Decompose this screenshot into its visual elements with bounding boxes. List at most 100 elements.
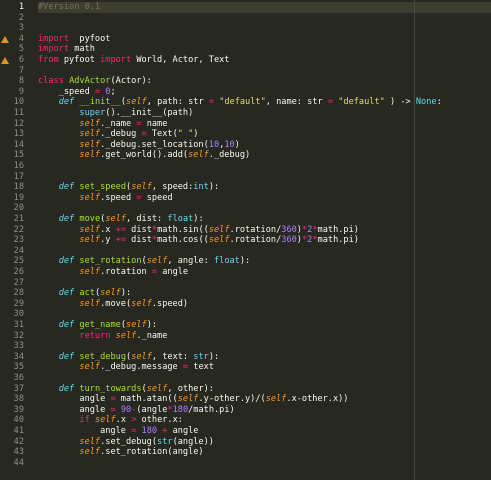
code-token: math.cos(( bbox=[157, 235, 209, 246]
code-token: self bbox=[79, 298, 101, 309]
code-line[interactable]: self.get_world().add(self._debug) bbox=[38, 150, 491, 161]
code-token: ): bbox=[208, 182, 220, 193]
code-token: math.sin(( bbox=[157, 224, 209, 235]
code-token: def bbox=[58, 182, 75, 193]
code-token: , dist: bbox=[126, 214, 168, 224]
warning-icon[interactable] bbox=[1, 57, 9, 64]
code-token: self bbox=[265, 394, 287, 405]
code-line[interactable] bbox=[38, 373, 491, 384]
line-number: 3 bbox=[18, 23, 24, 34]
code-token: if bbox=[79, 415, 90, 426]
code-token: , angle: bbox=[167, 256, 214, 267]
code-line[interactable]: return self._name bbox=[38, 331, 491, 342]
code-line[interactable]: import pyfoot bbox=[38, 34, 491, 45]
code-token: self bbox=[146, 256, 168, 267]
code-line[interactable]: self._name = name bbox=[38, 119, 491, 130]
code-token: #Version 0.1 bbox=[38, 2, 101, 12]
line-number: 36 bbox=[13, 373, 24, 383]
line-number: 9 bbox=[18, 86, 24, 97]
code-line[interactable]: class AdvActor(Actor): bbox=[38, 76, 491, 87]
code-token: def bbox=[58, 97, 75, 108]
code-token: int bbox=[193, 182, 209, 193]
code-token: self bbox=[100, 288, 121, 299]
code-line[interactable]: self.set_rotation(angle) bbox=[38, 447, 491, 458]
code-line[interactable]: def set_debug(self, text: str): bbox=[38, 352, 491, 363]
line-number: 22 bbox=[13, 224, 24, 235]
code-line[interactable]: def turn_towards(self, other): bbox=[38, 384, 491, 395]
code-line[interactable]: angle = 90-(angle*180/math.pi) bbox=[38, 405, 491, 416]
code-line[interactable]: def move(self, dist: float): bbox=[38, 214, 491, 225]
code-line[interactable]: #Version 0.1 bbox=[38, 2, 491, 13]
code-line[interactable] bbox=[38, 23, 491, 34]
code-token: ): bbox=[146, 320, 158, 330]
line-number: 7 bbox=[18, 65, 24, 76]
code-token: name bbox=[141, 118, 168, 129]
code-line[interactable]: self.y += dist*math.cos((self.rotation/3… bbox=[38, 235, 491, 246]
code-line[interactable]: import math bbox=[38, 44, 491, 55]
code-token: set_rotation bbox=[79, 256, 142, 267]
code-token: def bbox=[58, 256, 75, 267]
code-line[interactable]: _speed = 0; bbox=[38, 87, 491, 98]
code-token: set_debug bbox=[79, 351, 126, 362]
code-line[interactable]: def get_name(self): bbox=[38, 320, 491, 331]
line-number: 37 bbox=[13, 383, 24, 394]
code-line[interactable]: self.x += dist*math.sin((self.rotation/3… bbox=[38, 225, 491, 236]
code-line[interactable]: self.move(self.speed) bbox=[38, 299, 491, 310]
code-line[interactable] bbox=[38, 278, 491, 289]
code-line[interactable]: self.set_debug(str(angle)) bbox=[38, 437, 491, 448]
code-line[interactable]: def act(self): bbox=[38, 288, 491, 299]
code-token: .rotation bbox=[100, 267, 152, 277]
code-line[interactable] bbox=[38, 309, 491, 320]
code-editor[interactable]: 1 2 3 4 5 6 7 8 9 10 11 12 13 14 15 16 17 18 19 20 21 22 23 24 2… bbox=[0, 0, 491, 480]
line-number: 31 bbox=[13, 320, 24, 330]
code-token: .get_world().add( bbox=[100, 150, 189, 161]
code-line[interactable] bbox=[38, 203, 491, 214]
code-line[interactable]: self._debug.set_location(10,10) bbox=[38, 140, 491, 151]
code-token: angle bbox=[38, 426, 132, 436]
code-area[interactable]: #Version 0.1 import pyfoot import math from… bbox=[38, 0, 491, 480]
code-token: , other): bbox=[167, 383, 214, 394]
code-line[interactable] bbox=[38, 13, 491, 24]
code-token: /math.pi) bbox=[188, 404, 235, 415]
code-line[interactable]: self._debug.message = text bbox=[38, 362, 491, 373]
line-number: 40 bbox=[13, 415, 24, 426]
line-number: 30 bbox=[13, 309, 24, 320]
code-line[interactable]: super().__init__(path) bbox=[38, 108, 491, 119]
code-token: self bbox=[79, 139, 101, 150]
code-token: self bbox=[79, 192, 101, 203]
code-token: self bbox=[208, 235, 230, 246]
code-line[interactable] bbox=[38, 172, 491, 183]
code-line[interactable]: self.speed = speed bbox=[38, 193, 491, 204]
code-token: 90 bbox=[120, 404, 132, 415]
code-line[interactable] bbox=[38, 161, 491, 172]
code-token: self bbox=[79, 129, 101, 140]
code-line[interactable]: angle = 180 + angle bbox=[38, 426, 491, 437]
code-token: self bbox=[79, 235, 101, 246]
code-line[interactable]: from pyfoot import World, Actor, Text bbox=[38, 55, 491, 66]
line-number: 33 bbox=[13, 341, 24, 352]
code-token: self bbox=[115, 330, 137, 341]
line-number: 25 bbox=[13, 256, 24, 267]
code-token: import bbox=[38, 33, 70, 44]
code-line[interactable]: self._debug = Text(" ") bbox=[38, 129, 491, 140]
code-token: Text( bbox=[146, 129, 178, 140]
code-line[interactable]: if self.x > other.x: bbox=[38, 415, 491, 426]
code-line[interactable]: def set_speed(self, speed:int): bbox=[38, 182, 491, 193]
code-token: angle bbox=[38, 404, 111, 415]
code-line[interactable]: angle = math.atan((self.y-other.y)/(self… bbox=[38, 394, 491, 405]
code-line[interactable] bbox=[38, 66, 491, 77]
line-number: 15 bbox=[13, 150, 24, 161]
code-line[interactable] bbox=[38, 458, 491, 469]
code-token: self bbox=[79, 436, 101, 447]
code-line[interactable]: def __init__(self, path: str = "default"… bbox=[38, 97, 491, 108]
code-line[interactable] bbox=[38, 341, 491, 352]
warning-icon[interactable] bbox=[1, 35, 9, 43]
code-line[interactable]: def set_rotation(self, angle: float): bbox=[38, 256, 491, 267]
code-line[interactable] bbox=[38, 246, 491, 257]
code-line[interactable]: self.rotation = angle bbox=[38, 267, 491, 278]
